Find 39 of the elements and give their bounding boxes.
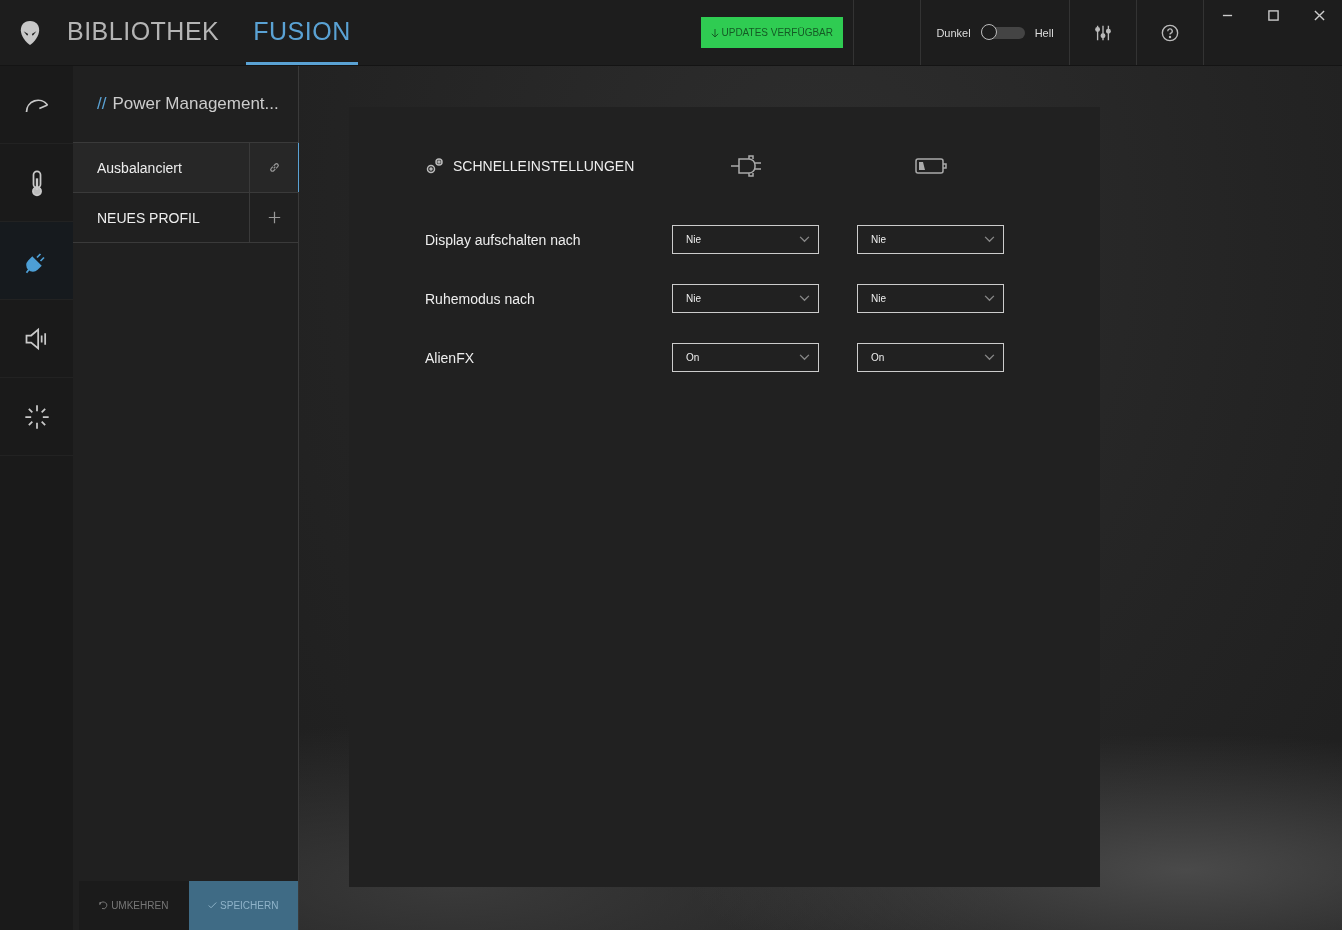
setting-label: Display aufschalten nach (425, 231, 582, 248)
close-icon[interactable] (1313, 10, 1325, 21)
chevron-down-icon (799, 354, 810, 361)
plug-icon (728, 154, 763, 178)
setting-label: Ruhemodus nach (425, 290, 536, 307)
setting-label: AlienFX (425, 349, 476, 366)
dropdown[interactable]: Nie (857, 284, 1004, 313)
checkmark-icon (208, 901, 218, 910)
plus-icon[interactable] (267, 211, 281, 224)
section-title: SCHNELLEINSTELLUNGEN (453, 158, 635, 174)
revert-button[interactable]: UMKEHREN (79, 881, 189, 930)
battery-icon (913, 156, 948, 176)
chevron-down-icon (984, 354, 995, 361)
gears-icon (425, 156, 445, 176)
dropdown[interactable]: Nie (672, 284, 819, 313)
updates-button[interactable]: UPDATES VERFÜGBAR (700, 17, 843, 48)
dropdown[interactable]: Nie (857, 225, 1004, 254)
theme-label: Hell (1034, 26, 1054, 39)
dropdown[interactable]: On (672, 343, 819, 372)
nav-tab[interactable]: BIBLIOTHEK (60, 0, 227, 65)
dropdown[interactable]: On (857, 343, 1004, 372)
dropdown[interactable]: Nie (672, 225, 819, 254)
help-icon[interactable] (1161, 23, 1179, 42)
sparkle-icon (22, 402, 51, 431)
link-icon[interactable] (267, 161, 281, 174)
undo-icon (99, 901, 109, 910)
chevron-down-icon (799, 236, 810, 243)
chevron-down-icon (984, 295, 995, 302)
sliders-icon[interactable] (1094, 23, 1112, 42)
down-arrow-icon (710, 27, 719, 38)
chevron-down-icon (984, 236, 995, 243)
theme-switch[interactable] (980, 26, 1025, 39)
alien-head-icon (19, 19, 41, 46)
chevron-down-icon (799, 295, 810, 302)
title-slash: // (97, 94, 107, 114)
theme-label: Dunkel (936, 26, 971, 39)
profile-item[interactable]: Ausbalanciert (73, 142, 302, 192)
maximize-icon[interactable] (1267, 10, 1279, 21)
panel-title: Power Management... (112, 94, 279, 114)
